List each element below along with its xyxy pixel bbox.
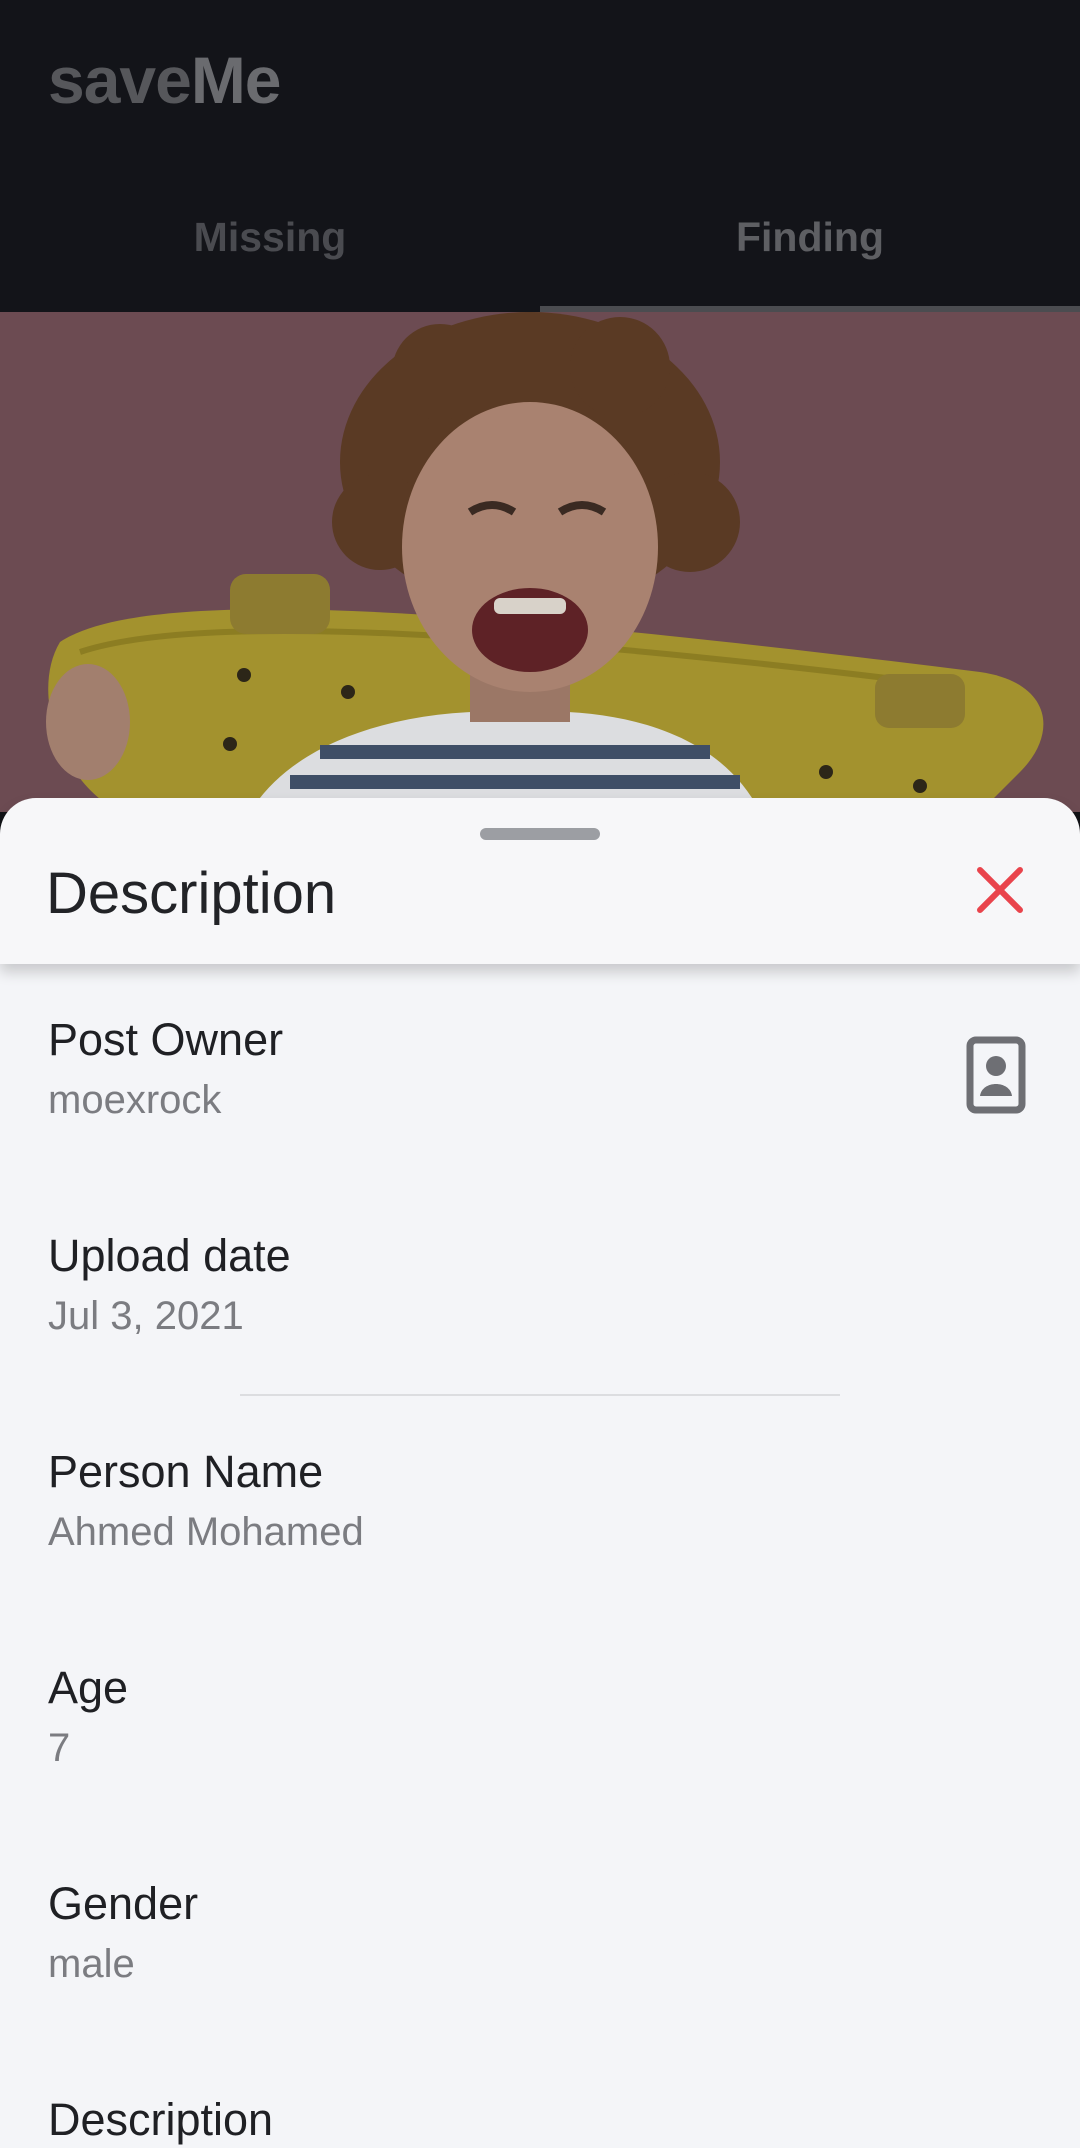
gender-field: Gender male <box>48 1878 198 1987</box>
upload-date-value: Jul 3, 2021 <box>48 1294 244 1338</box>
tab-missing[interactable]: Missing <box>0 190 540 312</box>
screen: saveMe Missing Finding Description Post … <box>0 0 1080 2148</box>
person-name-field: Person Name Ahmed Mohamed <box>48 1446 364 1555</box>
contact-card-icon[interactable] <box>966 1036 1026 1114</box>
post-owner-value: moexrock <box>48 1078 222 1122</box>
close-button[interactable] <box>962 852 1038 928</box>
person-photo-illustration <box>0 312 1080 812</box>
sheet-header: Description <box>0 798 1080 964</box>
divider <box>240 1394 840 1396</box>
upload-date-label: Upload date <box>48 1230 291 1281</box>
person-name-value: Ahmed Mohamed <box>48 1510 364 1554</box>
person-photo <box>0 312 1080 812</box>
app-title-part2: Me <box>190 43 282 117</box>
age-value: 7 <box>48 1726 71 1770</box>
upload-date-field: Upload date Jul 3, 2021 <box>48 1230 291 1339</box>
app-title-part1: save <box>48 43 192 117</box>
close-icon <box>977 867 1023 913</box>
tab-bar: Missing Finding <box>0 190 1080 312</box>
tab-finding[interactable]: Finding <box>540 190 1080 312</box>
person-name-label: Person Name <box>48 1446 324 1497</box>
drag-handle[interactable] <box>480 828 600 840</box>
app-bar: saveMe Missing Finding <box>0 0 1080 312</box>
post-owner-label: Post Owner <box>48 1014 284 1065</box>
gender-label: Gender <box>48 1878 199 1929</box>
sheet-title: Description <box>46 861 337 926</box>
gender-value: male <box>48 1942 135 1986</box>
description-label: Description <box>48 2094 274 2145</box>
age-label: Age <box>48 1662 129 1713</box>
details-panel: Post Owner moexrock Upload date Jul 3, 2… <box>0 964 1080 2148</box>
age-field: Age 7 <box>48 1662 128 1771</box>
post-owner-field: Post Owner moexrock <box>48 1014 283 1123</box>
description-field: Description <box>48 2094 273 2146</box>
app-title: saveMe <box>48 42 282 118</box>
